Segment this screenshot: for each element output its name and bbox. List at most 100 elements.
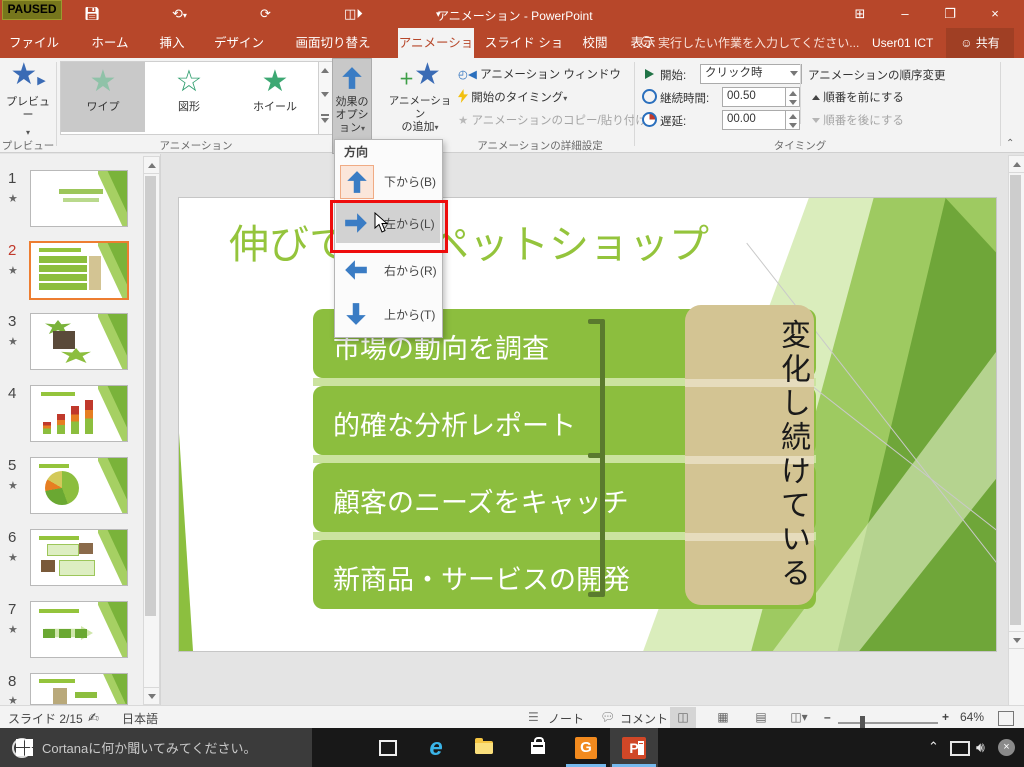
slide-thumbnail-1[interactable] <box>30 170 128 227</box>
tab-home[interactable]: ホーム <box>82 28 138 58</box>
tellme-box[interactable]: 実行したい作業を入力してください... <box>658 28 859 58</box>
restore-button[interactable]: ❐ <box>933 0 967 28</box>
slide-thumbnail-2-selected[interactable] <box>29 241 129 300</box>
duration-input[interactable]: 00.50 <box>722 87 788 107</box>
tab-review[interactable]: 校閲 <box>574 28 616 58</box>
slide-thumbnail-4[interactable] <box>30 385 128 442</box>
slide-thumbnail-3[interactable] <box>30 313 128 370</box>
animation-star-icon[interactable]: ★ <box>8 335 18 348</box>
network-icon[interactable] <box>950 741 970 756</box>
gallery-item-wipe[interactable]: ★ ワイプ <box>61 62 145 132</box>
animation-star-icon[interactable]: ★ <box>8 192 18 205</box>
tab-transitions[interactable]: 画面切り替え <box>280 28 386 58</box>
edge-button[interactable]: e <box>416 728 456 767</box>
move-later-icon <box>812 118 820 123</box>
slide-thumbnail-7[interactable] <box>30 601 128 658</box>
user-account[interactable]: User01 ICT <box>872 28 933 58</box>
slide-thumbnail-6[interactable] <box>30 529 128 586</box>
thumbnail-scrollbar-thumb[interactable] <box>145 176 156 616</box>
orange-g-icon: G <box>575 737 597 759</box>
windows-logo-icon <box>16 739 33 756</box>
slide-indicator[interactable]: スライド 2/15 <box>8 710 83 727</box>
slide-thumbnail-8[interactable] <box>30 673 128 705</box>
powerpoint-taskbar-button[interactable]: P <box>610 728 658 767</box>
minimize-button[interactable]: – <box>888 0 922 28</box>
delay-spinner[interactable] <box>785 110 800 130</box>
animation-star-icon[interactable]: ★ <box>8 479 18 492</box>
redo-icon[interactable]: ⟳ <box>260 6 271 22</box>
tab-animations[interactable]: アニメーション <box>398 28 474 58</box>
animation-star-icon[interactable]: ★ <box>8 551 18 564</box>
gallery-item-wheel[interactable]: ★ ホイール <box>233 62 317 132</box>
undo-icon[interactable]: ⟲▾ <box>172 6 187 24</box>
duration-spinner[interactable] <box>785 87 800 107</box>
thumbnail-scroll-up[interactable] <box>143 156 160 174</box>
tray-expand-icon[interactable]: ⌃ <box>928 739 939 755</box>
person-icon: ☺︎ <box>960 36 976 50</box>
collapse-ribbon-icon[interactable]: ⌃ <box>1006 138 1014 149</box>
trigger-button[interactable]: 開始のタイミング▾ <box>458 89 567 107</box>
share-button[interactable]: ☺︎ 共有 <box>946 28 1014 58</box>
start-slideshow-icon[interactable]: ◫⏵︎ <box>344 6 363 22</box>
slide-title[interactable]: 伸びているペットショップ <box>229 212 709 270</box>
close-button[interactable]: × <box>978 0 1012 28</box>
orange-g-app-button[interactable]: G <box>566 728 606 767</box>
move-earlier-button[interactable]: 順番を前にする <box>812 89 904 107</box>
add-animation-button[interactable]: ＋★ アニメーション の追加▾ <box>388 60 452 134</box>
reading-view-button[interactable]: ▤ <box>748 707 774 728</box>
slide-scroll-up[interactable] <box>1008 155 1024 173</box>
tab-file[interactable]: ファイル <box>0 28 68 58</box>
start-button[interactable] <box>0 728 48 767</box>
menu-item-from-bottom[interactable]: 下から(B) <box>336 161 440 201</box>
file-explorer-button[interactable] <box>464 728 504 767</box>
powerpoint-window: { "overlay": { "paused_badge": "PAUSED" … <box>0 0 1024 767</box>
store-button[interactable] <box>518 728 558 767</box>
tab-insert[interactable]: 挿入 <box>146 28 198 58</box>
gallery-more-icon[interactable] <box>321 114 329 123</box>
zoom-slider-track[interactable] <box>838 722 938 724</box>
animation-painter-button[interactable]: ★ アニメーションのコピー/貼り付け <box>458 112 647 130</box>
slide-canvas[interactable]: 伸びているペットショップ 市場の動向を調査 的確な分析レポート 顧客のニーズをキ… <box>178 197 997 652</box>
ribbon-display-options-button[interactable]: ⊞ <box>843 0 877 28</box>
save-icon[interactable]: 💾︎ <box>84 6 101 22</box>
gallery-item-shape[interactable]: ☆ 図形 <box>147 62 231 132</box>
zoom-in-button[interactable]: + <box>942 710 949 724</box>
slide-scrollbar-thumb[interactable] <box>1010 175 1021 625</box>
animation-star-icon[interactable]: ★ <box>8 623 18 636</box>
move-later-button[interactable]: 順番を後にする <box>812 112 904 130</box>
slide-number: 1 <box>8 170 16 187</box>
zoom-out-button[interactable]: – <box>824 710 831 724</box>
tab-slideshow[interactable]: スライド ショー <box>482 28 566 58</box>
notes-button[interactable]: ノート <box>548 710 584 727</box>
wheel-star-icon: ★ <box>233 67 317 97</box>
slide-thumbnail-5[interactable] <box>30 457 128 514</box>
animation-pane-button[interactable]: ◴◀ アニメーション ウィンドウ <box>458 66 621 84</box>
tab-design[interactable]: デザイン <box>206 28 272 58</box>
folder-icon <box>475 741 493 754</box>
language-indicator[interactable]: 日本語 <box>122 710 158 727</box>
fit-to-window-button[interactable] <box>998 711 1014 726</box>
notification-x-icon[interactable]: × <box>998 739 1015 756</box>
zoom-level[interactable]: 64% <box>960 710 984 724</box>
normal-view-button[interactable]: ◫ <box>670 707 696 728</box>
gallery-up-icon[interactable] <box>321 68 329 73</box>
comments-button[interactable]: コメント <box>620 710 668 727</box>
start-select[interactable]: クリック時 <box>700 64 802 84</box>
slideshow-view-button[interactable]: ◫▾ <box>786 707 812 728</box>
slide-sorter-view-button[interactable]: ▦ <box>710 707 736 728</box>
gallery-down-icon[interactable] <box>321 92 329 97</box>
slide-number: 7 <box>8 601 16 618</box>
thumbnail-scroll-down[interactable] <box>143 687 160 705</box>
delay-input[interactable]: 00.00 <box>722 110 788 130</box>
animation-star-icon[interactable]: ★ <box>8 264 18 277</box>
goal-vertical-text[interactable]: 変化し続けている <box>685 310 814 600</box>
menu-item-from-right[interactable]: 右から(R) <box>336 250 440 290</box>
preview-button[interactable]: ★▶ プレビュー ▾ <box>4 60 52 140</box>
volume-icon[interactable]: 🔊︎ <box>976 739 985 756</box>
spellcheck-icon[interactable]: ✍︎ <box>88 710 99 726</box>
menu-item-from-top[interactable]: 上から(T) <box>336 294 440 334</box>
cortana-placeholder: Cortanaに何か聞いてみてください。 <box>42 738 256 757</box>
powerpoint-icon: P <box>622 737 646 759</box>
task-view-button[interactable] <box>368 728 408 767</box>
slide-scroll-down[interactable] <box>1008 631 1024 649</box>
